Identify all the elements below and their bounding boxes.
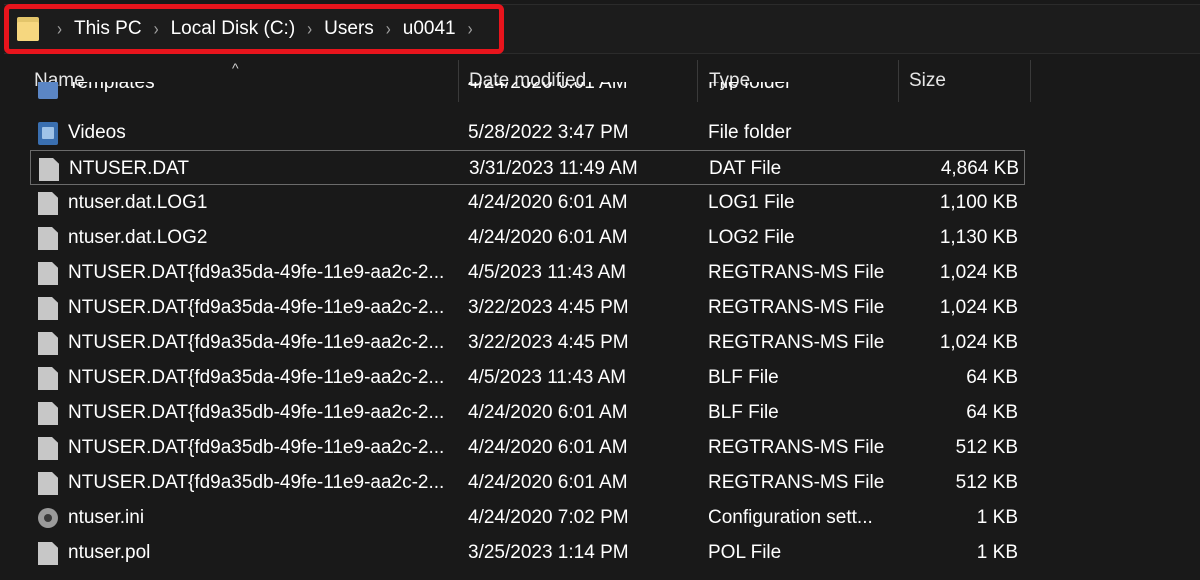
list-item[interactable]: NTUSER.DAT{fd9a35db-49fe-11e9-aa2c-2... …	[30, 430, 1025, 465]
file-size: 1 KB	[976, 541, 1018, 563]
file-name: NTUSER.DAT{fd9a35db-49fe-11e9-aa2c-2...	[68, 471, 445, 493]
file-type: BLF File	[708, 401, 779, 423]
file-name: NTUSER.DAT{fd9a35da-49fe-11e9-aa2c-2...	[68, 331, 445, 353]
breadcrumb: › This PC › Local Disk (C:) › Users › u0…	[4, 4, 504, 54]
file-type: REGTRANS-MS File	[708, 331, 885, 353]
list-item[interactable]: Templates 4/24/2020 6:01 AM File folder	[30, 82, 1025, 117]
file-type: REGTRANS-MS File	[708, 261, 885, 283]
file-type: LOG1 File	[708, 191, 795, 213]
file-type: File folder	[708, 82, 792, 93]
file-date-modified: 4/24/2020 6:01 AM	[468, 436, 628, 458]
horizontal-scroll-area[interactable]	[0, 572, 1200, 580]
file-name: ntuser.ini	[68, 506, 145, 528]
breadcrumb-u0041[interactable]: u0041	[403, 18, 456, 40]
file-icon	[38, 402, 58, 425]
chevron-right-icon[interactable]: ›	[386, 19, 391, 39]
file-name: NTUSER.DAT{fd9a35da-49fe-11e9-aa2c-2...	[68, 296, 445, 318]
file-date-modified: 3/22/2023 4:45 PM	[468, 331, 629, 353]
file-size: 512 KB	[955, 471, 1018, 493]
file-icon	[38, 227, 58, 250]
chevron-right-icon[interactable]: ›	[154, 19, 159, 39]
file-name: ntuser.pol	[68, 541, 151, 563]
file-date-modified: 5/28/2022 3:47 PM	[468, 121, 629, 143]
file-date-modified: 4/24/2020 6:01 AM	[468, 471, 628, 493]
list-item[interactable]: ntuser.dat.LOG2 4/24/2020 6:01 AM LOG2 F…	[30, 220, 1025, 255]
table-row-selected[interactable]: NTUSER.DAT 3/31/2023 11:49 AM DAT File 4…	[30, 150, 1025, 185]
file-type: BLF File	[708, 366, 779, 388]
list-item[interactable]: ntuser.ini 4/24/2020 7:02 PM Configurati…	[30, 500, 1025, 535]
file-name: Templates	[68, 82, 155, 93]
file-type: REGTRANS-MS File	[708, 436, 885, 458]
breadcrumb-local-disk[interactable]: Local Disk (C:)	[171, 18, 296, 40]
sort-ascending-icon: ^	[232, 60, 239, 76]
videos-folder-icon	[38, 122, 58, 145]
chevron-right-icon[interactable]: ›	[468, 19, 473, 39]
file-size	[908, 115, 1018, 150]
list-item[interactable]: NTUSER.DAT{fd9a35db-49fe-11e9-aa2c-2... …	[30, 395, 1025, 430]
list-item[interactable]: ntuser.pol 3/25/2023 1:14 PM POL File 1 …	[30, 535, 1025, 570]
file-size: 1,100 KB	[939, 191, 1018, 213]
file-icon	[38, 472, 58, 495]
file-name: ntuser.dat.LOG1	[68, 191, 208, 213]
file-size: 4,864 KB	[940, 157, 1019, 179]
file-type: POL File	[708, 541, 782, 563]
file-icon	[38, 332, 58, 355]
file-name: NTUSER.DAT{fd9a35da-49fe-11e9-aa2c-2...	[68, 261, 445, 283]
file-size: 1,024 KB	[939, 296, 1018, 318]
file-date-modified: 4/24/2020 6:01 AM	[468, 226, 628, 248]
file-icon	[38, 367, 58, 390]
file-date-modified: 4/5/2023 11:43 AM	[468, 366, 627, 388]
list-item[interactable]: NTUSER.DAT{fd9a35da-49fe-11e9-aa2c-2... …	[30, 290, 1025, 325]
file-name: NTUSER.DAT{fd9a35db-49fe-11e9-aa2c-2...	[68, 401, 445, 423]
file-type: DAT File	[709, 157, 782, 179]
file-name: NTUSER.DAT{fd9a35db-49fe-11e9-aa2c-2...	[68, 436, 445, 458]
file-date-modified: 3/31/2023 11:49 AM	[469, 157, 638, 179]
list-item[interactable]: NTUSER.DAT{fd9a35db-49fe-11e9-aa2c-2... …	[30, 465, 1025, 500]
file-size: 1,024 KB	[939, 261, 1018, 283]
file-date-modified: 4/24/2020 6:01 AM	[468, 191, 628, 213]
chevron-right-icon[interactable]: ›	[57, 19, 62, 39]
template-folder-icon	[38, 82, 58, 99]
list-item[interactable]: Videos 5/28/2022 3:47 PM File folder	[30, 115, 1025, 150]
settings-file-icon	[38, 508, 58, 528]
file-icon	[39, 158, 59, 181]
file-icon	[38, 437, 58, 460]
breadcrumb-users[interactable]: Users	[324, 18, 374, 40]
file-type: Configuration sett...	[708, 506, 873, 528]
list-item[interactable]: ntuser.dat.LOG1 4/24/2020 6:01 AM LOG1 F…	[30, 185, 1025, 220]
file-type: File folder	[708, 121, 792, 143]
file-size: 1,024 KB	[939, 331, 1018, 353]
list-item[interactable]: NTUSER.DAT{fd9a35da-49fe-11e9-aa2c-2... …	[30, 255, 1025, 290]
list-item[interactable]: NTUSER.DAT{fd9a35da-49fe-11e9-aa2c-2... …	[30, 360, 1025, 395]
file-icon	[38, 192, 58, 215]
file-date-modified: 4/24/2020 7:02 PM	[468, 506, 629, 528]
file-type: LOG2 File	[708, 226, 795, 248]
folder-icon[interactable]	[17, 17, 39, 41]
file-type: REGTRANS-MS File	[708, 296, 885, 318]
file-size: 1 KB	[976, 506, 1018, 528]
file-name: ntuser.dat.LOG2	[68, 226, 208, 248]
file-date-modified: 4/5/2023 11:43 AM	[468, 261, 627, 283]
file-type: REGTRANS-MS File	[708, 471, 885, 493]
file-icon	[38, 297, 58, 320]
file-date-modified: 3/22/2023 4:45 PM	[468, 296, 629, 318]
file-size: 1,130 KB	[939, 226, 1018, 248]
file-list: Templates 4/24/2020 6:01 AM File folder …	[0, 82, 1200, 580]
file-name: Videos	[68, 121, 126, 143]
file-date-modified: 4/24/2020 6:01 AM	[468, 82, 628, 93]
file-size: 64 KB	[966, 401, 1018, 423]
file-size: 512 KB	[955, 436, 1018, 458]
chevron-right-icon[interactable]: ›	[307, 19, 312, 39]
breadcrumb-this-pc[interactable]: This PC	[74, 18, 142, 40]
file-name: NTUSER.DAT	[69, 157, 189, 179]
address-bar[interactable]: › This PC › Local Disk (C:) › Users › u0…	[0, 0, 1200, 60]
file-icon	[38, 262, 58, 285]
file-date-modified: 4/24/2020 6:01 AM	[468, 401, 628, 423]
file-icon	[38, 542, 58, 565]
list-item[interactable]: NTUSER.DAT{fd9a35da-49fe-11e9-aa2c-2... …	[30, 325, 1025, 360]
file-size: 64 KB	[966, 366, 1018, 388]
file-date-modified: 3/25/2023 1:14 PM	[468, 541, 629, 563]
file-name: NTUSER.DAT{fd9a35da-49fe-11e9-aa2c-2...	[68, 366, 445, 388]
